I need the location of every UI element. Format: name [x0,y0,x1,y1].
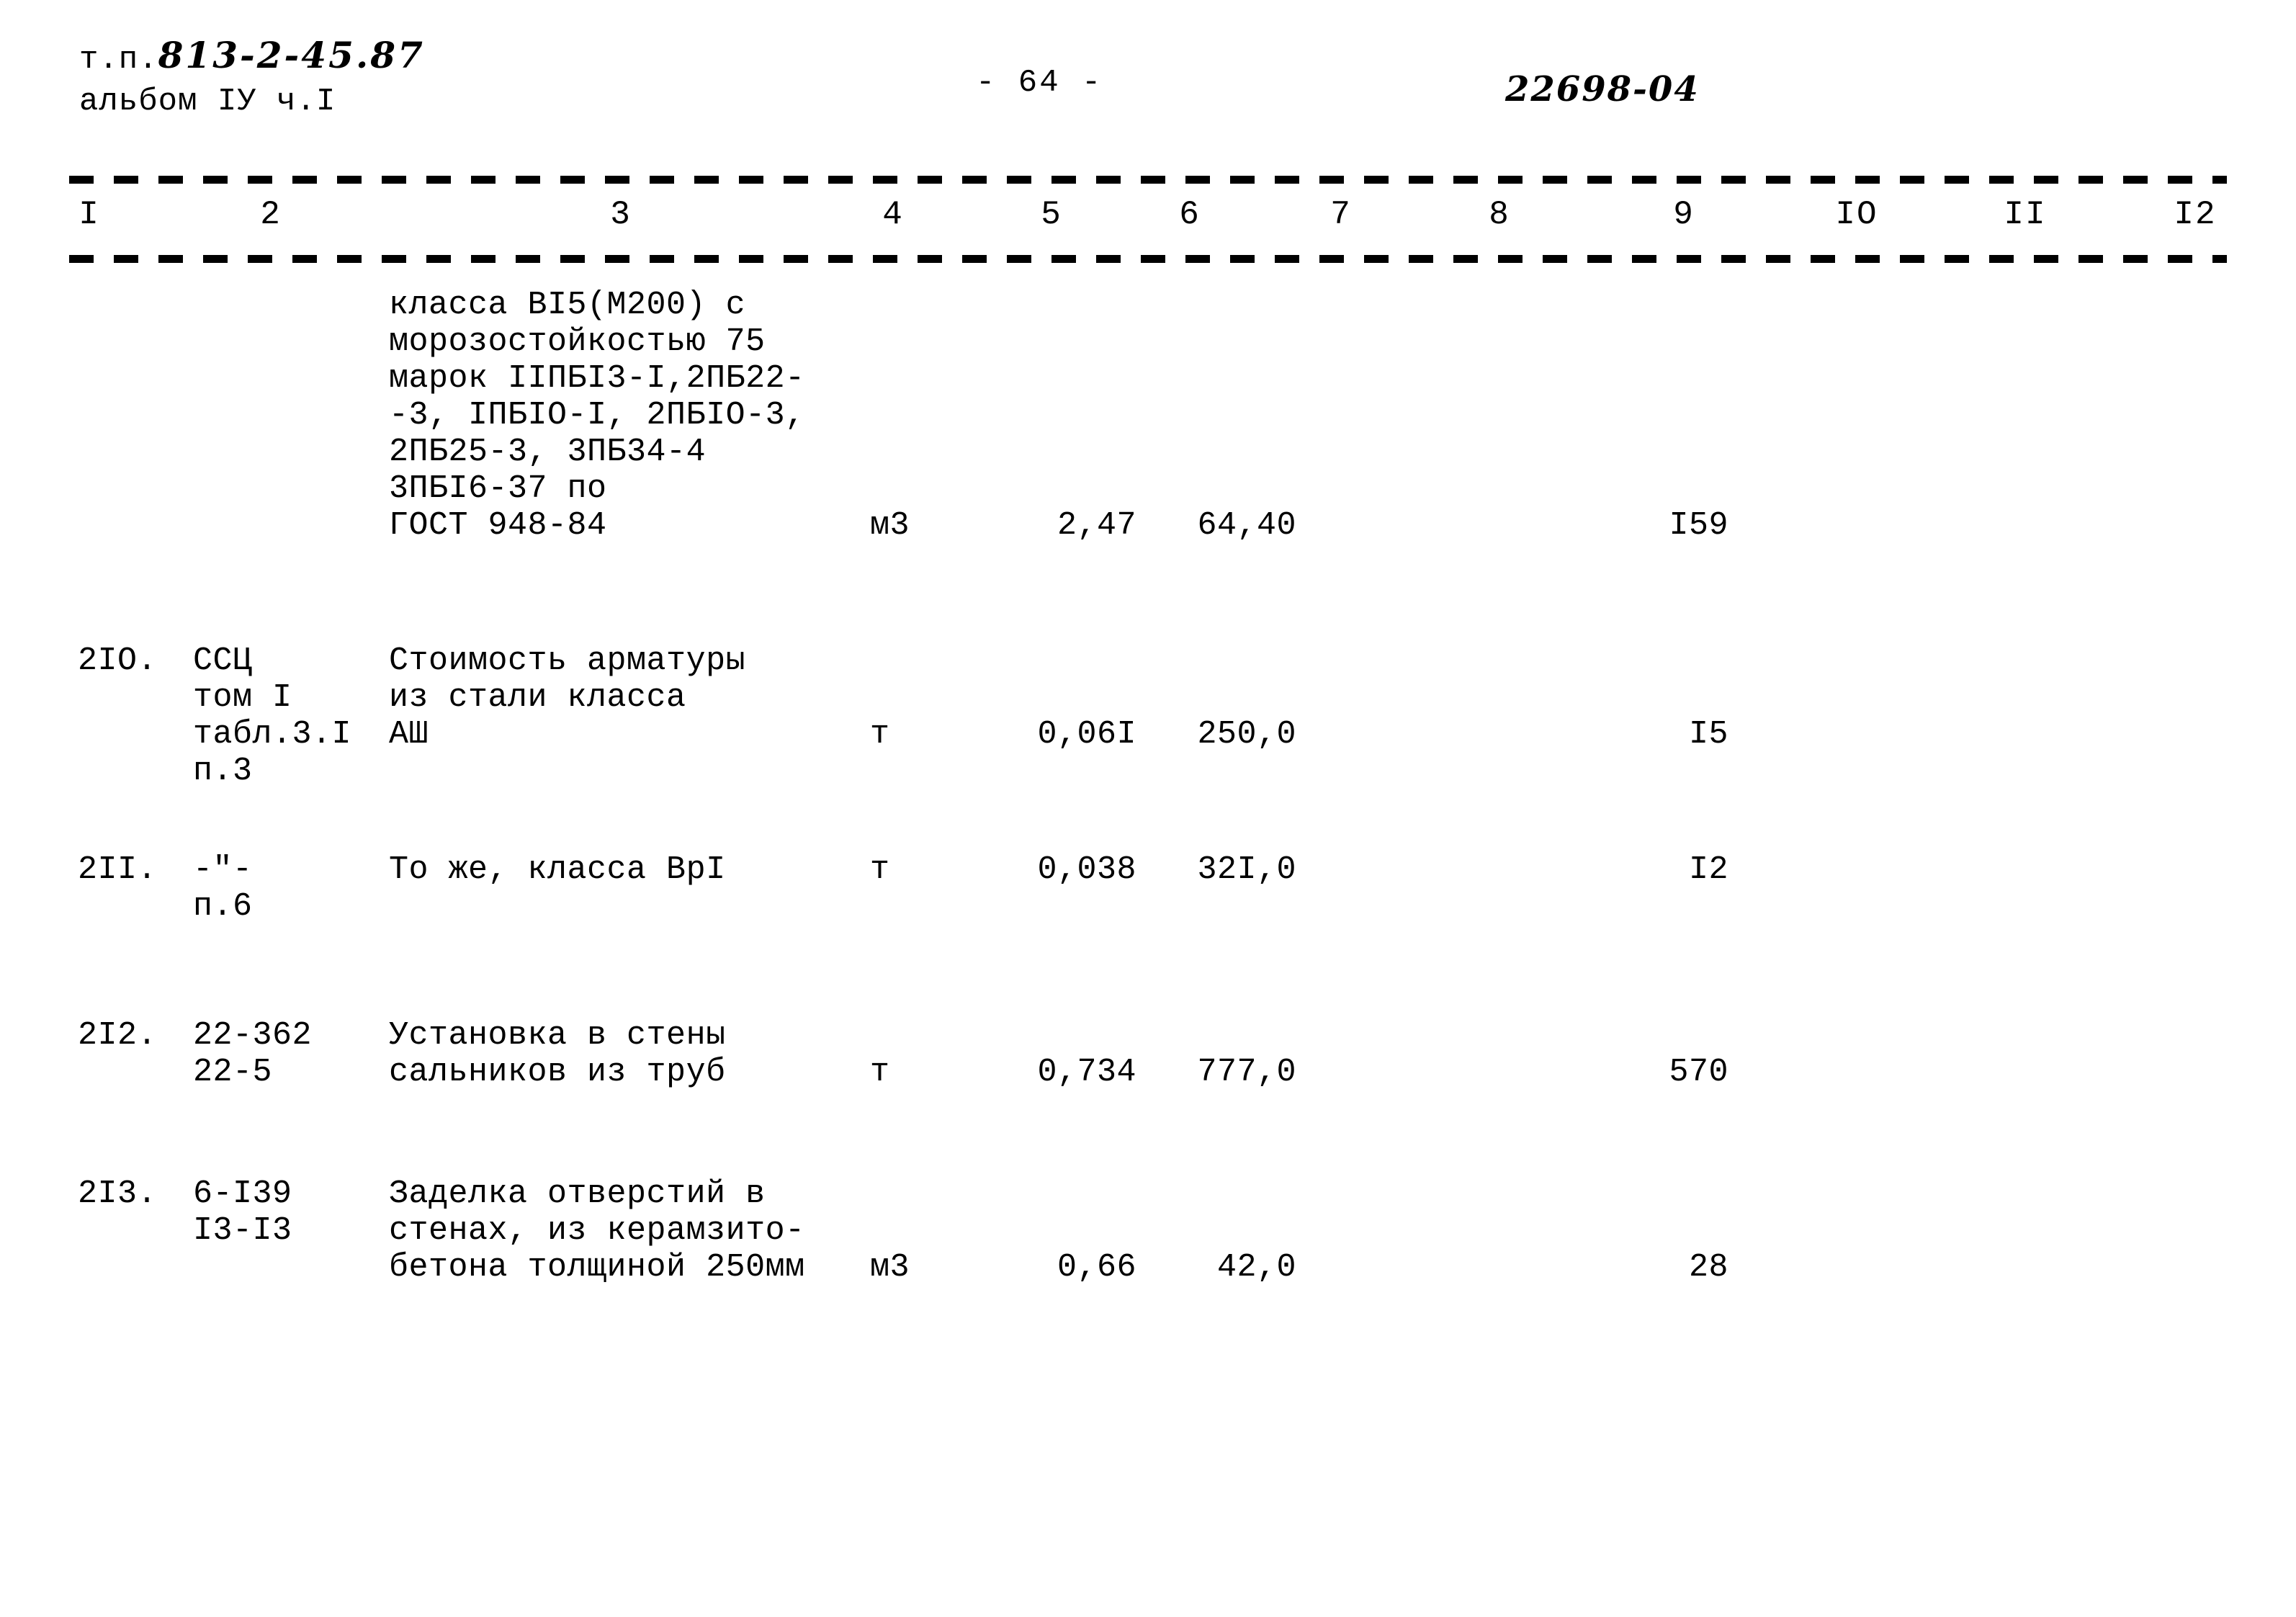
row-code: ССЦ том I табл.3.I п.3 [193,642,352,789]
row-price: 32I,0 [1197,851,1296,888]
row-description: класса ВI5(М200) с морозостойкостью 75 м… [389,287,805,544]
page-number: - 64 - [976,65,1103,101]
column-number-7: 7 [1330,196,1352,233]
document-number-prefix: т.п. [79,42,158,78]
row-total: I5 [1688,716,1728,753]
document-number-line: т.п.813-2-45.87 [79,33,425,80]
column-number-2: 2 [260,196,282,233]
row-description: Стоимость арматуры из стали класса АШ [389,642,746,753]
row-description: Заделка отверстий в стенах, из керамзито… [389,1175,805,1286]
column-number-5: 5 [1041,196,1062,233]
row-quantity: 0,66 [1057,1249,1136,1286]
document-header-left: т.п.813-2-45.87 альбом IУ ч.I [79,33,425,121]
document-number-handwritten: 813-2-45.87 [158,34,425,76]
document-page: т.п.813-2-45.87 альбом IУ ч.I - 64 - 226… [0,0,2296,1617]
row-unit: м3 [870,507,910,544]
row-number: 2I2. [78,1017,158,1054]
row-total: 570 [1669,1054,1728,1090]
row-total: 28 [1688,1249,1728,1286]
column-number-11: II [2004,196,2047,233]
row-number: 2IO. [78,642,158,679]
column-number-10: IO [1835,196,1878,233]
row-unit: т [870,851,890,888]
document-code-handwritten: 22698-04 [1505,69,1700,109]
row-price: 250,0 [1197,716,1296,753]
row-quantity: 0,06I [1037,716,1136,753]
column-number-6: 6 [1179,196,1201,233]
column-number-4: 4 [882,196,904,233]
table-rule-bottom [69,255,2227,263]
row-price: 42,0 [1216,1249,1296,1286]
row-quantity: 0,734 [1037,1054,1136,1090]
row-total: I59 [1669,507,1728,544]
row-price: 777,0 [1197,1054,1296,1090]
table-rule-top [69,176,2227,184]
column-number-9: 9 [1673,196,1695,233]
column-number-12: I2 [2174,196,2217,233]
row-description: То же, класса ВрI [389,851,726,888]
row-quantity: 0,038 [1037,851,1136,888]
row-description: Установка в стены сальников из труб [389,1017,726,1090]
row-number: 2I3. [78,1175,158,1212]
row-unit: м3 [870,1249,910,1286]
row-code: 6-I39 I3-I3 [193,1175,292,1249]
album-line: альбом IУ ч.I [79,83,336,120]
row-price: 64,40 [1197,507,1296,544]
table-column-numbers: I 2 3 4 5 6 7 8 9 IO II I2 [0,196,2296,241]
row-quantity: 2,47 [1057,507,1136,544]
row-code: 22-362 22-5 [193,1017,313,1090]
column-number-1: I [79,196,100,233]
row-total: I2 [1688,851,1728,888]
row-number: 2II. [78,851,158,888]
row-unit: т [870,716,890,753]
row-unit: т [870,1054,890,1090]
column-number-8: 8 [1489,196,1510,233]
row-code: -"- п.6 [193,851,253,925]
column-number-3: 3 [610,196,632,233]
